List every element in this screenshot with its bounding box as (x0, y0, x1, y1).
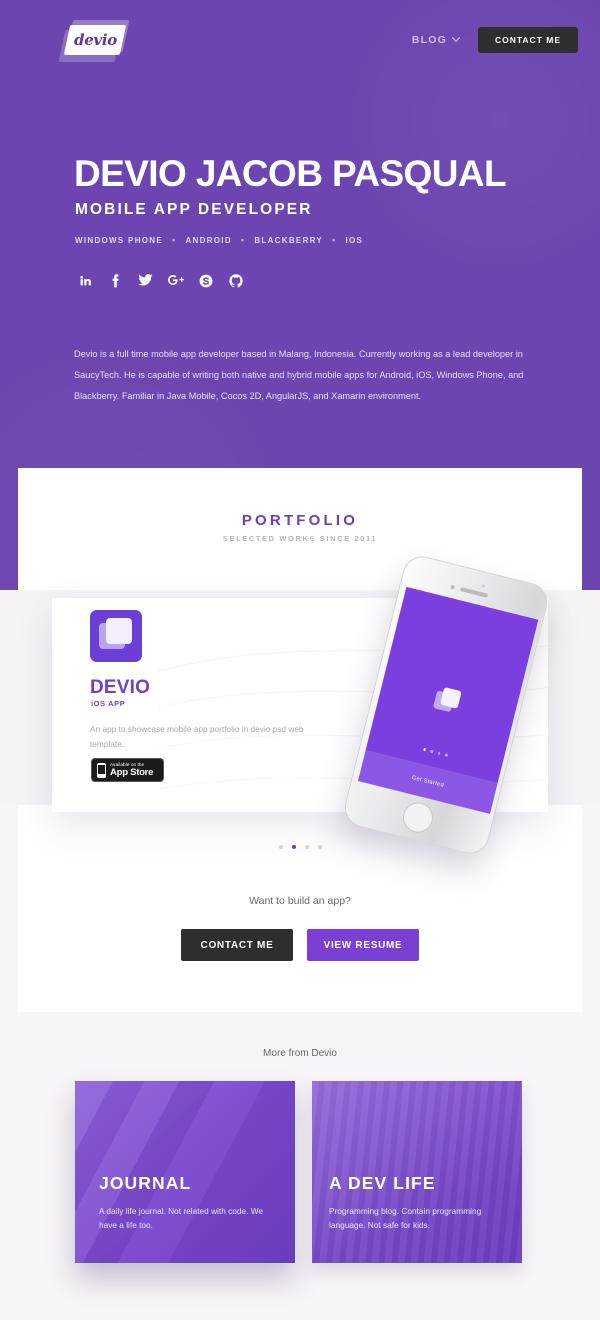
phone-speaker (460, 587, 489, 598)
phone-dot (422, 747, 426, 751)
carousel-dots (0, 845, 600, 849)
more-card-overlay (75, 1081, 295, 1263)
app-store-text: Available on the App Store (110, 762, 153, 778)
slide-heading: DEVIO (90, 677, 151, 698)
cta-contact-me-button[interactable]: CONTACT ME (181, 929, 293, 961)
app-icon (90, 610, 142, 662)
github-icon[interactable] (227, 272, 244, 289)
phone-app-logo (432, 686, 464, 718)
phone-home-button (399, 799, 437, 836)
logo-text: devio (73, 31, 117, 49)
platform-tag: IOS (345, 236, 364, 245)
top-navigation: devio BLOG CONTACT ME (0, 0, 600, 78)
nav-blog-label: BLOG (411, 34, 447, 46)
platform-tag: WINDOWS PHONE (75, 236, 164, 245)
phone-camera (450, 584, 456, 590)
app-store-line2: App Store (110, 767, 154, 778)
more-card-description: A daily life journal. Not related with c… (99, 1206, 264, 1230)
phone-dot (444, 753, 448, 757)
phone-dot (437, 751, 441, 755)
slide-description: An app to showcase mobile app portfolio … (90, 724, 304, 749)
carousel-dot-active[interactable] (291, 845, 296, 849)
phone-sensor (481, 584, 485, 588)
more-card-dev-life[interactable]: A DEV LIFE Programming blog. Contain pro… (312, 1081, 522, 1263)
cta-buttons: CONTACT ME VIEW RESUME (0, 929, 600, 961)
slide-kicker: iOS APP (91, 699, 126, 708)
page-title: DEVIO JACOB PASQUAL (74, 153, 507, 194)
carousel-dot[interactable] (278, 845, 283, 849)
social-links (77, 272, 244, 289)
tag-separator-dot: • (172, 235, 177, 245)
nav-contact-me-button[interactable]: CONTACT ME (477, 27, 578, 53)
more-card-heading: A DEV LIFE (329, 1173, 436, 1193)
facebook-icon[interactable] (107, 272, 124, 289)
more-card-overlay (312, 1081, 522, 1263)
more-card-journal[interactable]: JOURNAL A daily life journal. Not relate… (75, 1081, 295, 1263)
more-card-heading: JOURNAL (99, 1173, 192, 1193)
linkedin-icon[interactable] (77, 272, 94, 289)
cta-view-resume-button[interactable]: VIEW RESUME (307, 929, 419, 961)
tag-separator-dot: • (240, 235, 246, 245)
googleplus-icon[interactable] (167, 272, 184, 289)
hero-role: MOBILE APP DEVELOPER (75, 201, 313, 218)
chevron-down-icon (451, 35, 461, 44)
more-card-description: Programming blog. Contain programming la… (329, 1206, 482, 1230)
platform-tag: ANDROID (185, 236, 232, 245)
twitter-icon[interactable] (137, 272, 154, 289)
platform-tag: BLACKBERRY (254, 236, 324, 245)
cta-question: Want to build an app? (249, 895, 351, 907)
app-store-badge[interactable]: Available on the App Store (91, 758, 164, 782)
portfolio-subtitle: SELECTED WORKS SINCE 2011 (222, 534, 378, 543)
hero-platform-tags: WINDOWS PHONE • ANDROID • BLACKBERRY • I… (75, 235, 364, 246)
phone-get-started-button: Get Started (358, 749, 498, 814)
logo-shape-front: devio (63, 25, 127, 55)
hero-bio: Devio is a full time mobile app develope… (74, 349, 524, 401)
skype-icon[interactable] (197, 272, 214, 289)
app-icon-square-front (106, 618, 132, 644)
carousel-dot[interactable] (304, 845, 309, 849)
nav-item-blog[interactable]: BLOG (411, 34, 461, 46)
tag-separator-dot: • (332, 235, 337, 245)
phone-dot (430, 749, 434, 753)
nav-right-group: BLOG CONTACT ME (412, 27, 578, 53)
app-store-phone-icon (97, 762, 106, 778)
portfolio-title: PORTFOLIO (241, 512, 359, 529)
more-section-title: More from Devio (263, 1048, 337, 1059)
site-logo[interactable]: devio (58, 20, 132, 62)
carousel-dot[interactable] (317, 845, 322, 849)
